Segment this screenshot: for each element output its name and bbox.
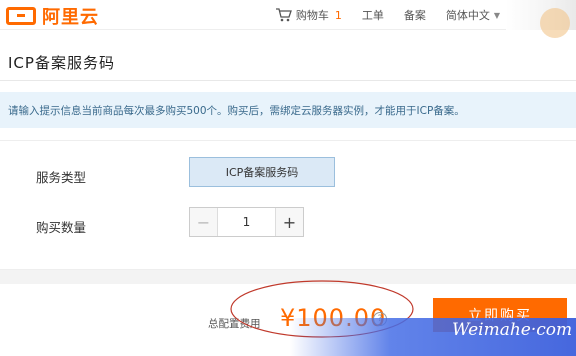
cart-label: 购物车: [295, 9, 329, 22]
caret-down-icon: ▼: [493, 10, 500, 20]
quantity-stepper: − 1 +: [189, 207, 304, 237]
divider: [0, 80, 576, 81]
filing-link[interactable]: 备案: [404, 7, 426, 23]
cart-link[interactable]: 购物车 1: [275, 7, 342, 23]
info-notice: 请输入提示信息当前商品每次最多购买500个。购买后，需绑定云服务器实例，才能用于…: [0, 92, 576, 128]
aliyun-logo-mark-icon: [6, 7, 36, 25]
service-type-label: 服务类型: [36, 170, 87, 185]
decrease-quantity-button[interactable]: −: [190, 208, 218, 236]
logo-text: 阿里云: [42, 7, 99, 28]
top-navigation-bar: 阿里云 购物车 1 工单 备案 简体中文 ▼: [0, 0, 576, 38]
language-selector[interactable]: 简体中文 ▼: [446, 7, 500, 23]
watermark-text: Weimahe·com: [452, 320, 573, 340]
order-form-card: 服务类型 ICP备案服务码 购买数量 − 1 +: [0, 140, 576, 270]
service-type-option-label: ICP备案服务码: [225, 166, 299, 179]
service-type-option-selected[interactable]: ICP备案服务码: [189, 157, 335, 187]
cart-count-badge: 1: [334, 8, 342, 22]
notice-text: 请输入提示信息当前商品每次最多购买500个。购买后，需绑定云服务器实例，才能用于…: [8, 104, 465, 117]
page-title: ICP备案服务码: [8, 54, 115, 72]
increase-quantity-button[interactable]: +: [275, 208, 303, 236]
shopping-cart-icon: [275, 8, 292, 22]
ticket-label: 工单: [361, 9, 384, 22]
quantity-label: 购买数量: [36, 220, 87, 235]
language-label: 简体中文: [445, 9, 490, 22]
aliyun-logo[interactable]: 阿里云: [6, 5, 99, 28]
ticket-link[interactable]: 工单: [362, 7, 384, 23]
top-nav-menu: 购物车 1 工单 备案 简体中文 ▼: [256, 0, 576, 38]
quantity-input[interactable]: 1: [218, 208, 275, 236]
blurred-nav-area: [506, 0, 576, 38]
filing-label: 备案: [403, 9, 426, 22]
blurred-avatar: [540, 8, 570, 38]
